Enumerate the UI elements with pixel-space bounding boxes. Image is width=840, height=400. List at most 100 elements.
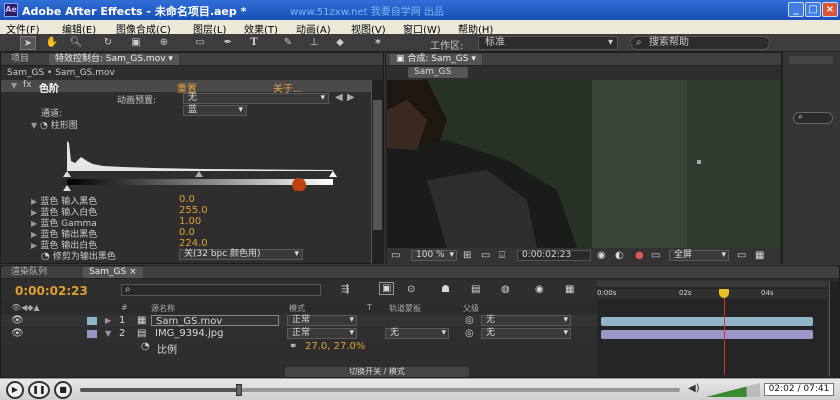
effect-scrollbar[interactable]: [371, 80, 383, 264]
color-channel-icon[interactable]: ●: [635, 250, 644, 261]
blend-mode-dropdown[interactable]: 正常 ▾: [287, 315, 357, 326]
safe-zones-icon[interactable]: ⊞: [463, 250, 471, 261]
camera-snapshot-icon[interactable]: ⌺: [499, 250, 505, 261]
param-value[interactable]: 1.00: [179, 216, 201, 227]
effect-header-row[interactable]: ▼ fx 色阶 重置 关于...: [1, 80, 371, 95]
motion-blur-icon[interactable]: ◍: [501, 284, 510, 295]
stopwatch-icon[interactable]: ◔: [141, 341, 150, 352]
param-row[interactable]: ▶ 蓝色 输入黑色 0.0: [31, 194, 371, 207]
layer-row[interactable]: 👁 ▶ 1 ▦ Sam_GS.mov 正常 ▾ ◎ 无 ▾: [1, 315, 597, 327]
type-tool-icon[interactable]: T: [246, 36, 262, 50]
timeline-timecode[interactable]: 0:00:02:23: [15, 284, 88, 298]
time-ruler[interactable]: 0:00s 02s 04s: [597, 289, 827, 299]
selection-tool-icon[interactable]: ➤: [20, 36, 36, 50]
layer-row[interactable]: 👁 ▼ 2 ▤ IMG_9394.jpg 正常 ▾ 无 ▾ ◎ 无 ▾: [1, 328, 597, 340]
triangle-collapsed-icon[interactable]: ▶: [105, 316, 111, 325]
timeline-scrollbar[interactable]: [829, 281, 839, 377]
hand-tool-icon[interactable]: ✋: [44, 36, 60, 50]
param-value[interactable]: 255.0: [179, 205, 208, 216]
grid-icon[interactable]: ▭: [481, 250, 490, 261]
prev-preset-icon[interactable]: ◀: [335, 92, 343, 103]
zoom-tool-icon[interactable]: 🔍︎: [68, 36, 84, 50]
hide-shy-layers-icon[interactable]: ☗: [441, 284, 450, 295]
stop-icon[interactable]: ■: [54, 381, 72, 399]
param-value[interactable]: 224.0: [179, 238, 208, 249]
scale-value[interactable]: 27.0, 27.0%: [305, 341, 365, 352]
clip-dropdown[interactable]: 关(32 bpc 颜色用) ▾: [179, 249, 303, 260]
graph-editor-icon[interactable]: ▦: [565, 284, 574, 295]
pen-tool-icon[interactable]: ✒: [220, 36, 236, 50]
zoom-dropdown[interactable]: 100 % ▾: [411, 250, 457, 261]
layer-name[interactable]: IMG_9394.jpg: [155, 328, 223, 339]
triangle-expanded-icon[interactable]: ▼: [11, 81, 17, 90]
layer-bar-img-9394[interactable]: [601, 330, 813, 339]
resolution-dropdown[interactable]: 全屏 ▾: [669, 250, 729, 261]
column-track-matte[interactable]: 轨道蒙板: [389, 303, 421, 314]
parent-pickwhip-icon[interactable]: ◎: [465, 328, 474, 339]
brush-tool-icon[interactable]: ✎: [280, 36, 296, 50]
minimize-icon[interactable]: _: [788, 2, 804, 17]
scale-property-row[interactable]: ◔ 比例 ⚭ 27.0, 27.0%: [1, 341, 597, 356]
progress-track[interactable]: [80, 384, 680, 396]
comp-mini-flowchart-icon[interactable]: ⇶: [341, 284, 349, 295]
show-snapshot-icon[interactable]: ◐: [615, 250, 624, 261]
param-row[interactable]: ▶ 蓝色 输出白色 224.0: [31, 238, 371, 251]
pan-behind-tool-icon[interactable]: ⊕: [156, 36, 172, 50]
camera-tool-icon[interactable]: ▣: [128, 36, 144, 50]
eye-icon[interactable]: 👁: [11, 315, 24, 326]
close-icon[interactable]: ×: [822, 2, 838, 17]
param-value[interactable]: 0.0: [179, 227, 195, 238]
tab-render-queue[interactable]: 渲染队列: [5, 267, 53, 278]
workspace-dropdown[interactable]: 标准 ▾: [478, 36, 618, 50]
close-icon[interactable]: ▾: [168, 54, 173, 64]
progress-handle[interactable]: [236, 384, 242, 396]
layer-color-label[interactable]: [87, 330, 97, 338]
histogram[interactable]: [63, 131, 339, 191]
fx-icon[interactable]: fx: [23, 80, 32, 90]
current-time-indicator[interactable]: [724, 289, 725, 375]
param-value[interactable]: 0.0: [179, 194, 195, 205]
search-help-input[interactable]: ⌕ 搜索帮助: [630, 36, 770, 50]
info-panel-tab[interactable]: [789, 56, 833, 64]
rotate-tool-icon[interactable]: ↻: [100, 36, 116, 50]
gamma-slider[interactable]: [195, 171, 203, 177]
parent-dropdown[interactable]: 无 ▾: [481, 315, 571, 326]
scrollbar-thumb[interactable]: [373, 100, 382, 230]
frame-blending-icon[interactable]: ▤: [471, 284, 480, 295]
toggle-switches-modes-button[interactable]: 切换开关 / 模式: [285, 367, 469, 377]
blend-mode-dropdown[interactable]: 正常 ▾: [287, 328, 357, 339]
draft-3d-icon[interactable]: ⊙: [407, 284, 415, 295]
eye-icon[interactable]: 👁: [11, 328, 24, 339]
comp-subtab[interactable]: Sam_GS: [408, 67, 468, 78]
triangle-expanded-icon[interactable]: ▼: [105, 329, 111, 338]
comp-timecode[interactable]: 0:00:02:23: [517, 250, 591, 261]
transparency-grid-icon[interactable]: ▦: [755, 250, 764, 261]
eraser-tool-icon[interactable]: ◆: [332, 36, 348, 50]
param-row[interactable]: ▶ 蓝色 输入白色 255.0: [31, 205, 371, 218]
param-row[interactable]: ◔ 修剪为输出黑色 关(32 bpc 颜色用) ▾: [31, 249, 371, 262]
snapshot-icon[interactable]: ◉: [597, 250, 606, 261]
triangle-expanded-icon[interactable]: ▼: [31, 121, 37, 130]
tab-timeline-sam-gs[interactable]: Sam_GS ×: [83, 267, 143, 278]
layer-name[interactable]: Sam_GS.mov: [151, 315, 279, 327]
time-graph[interactable]: 0:00s 02s 04s: [597, 281, 827, 377]
tab-effect-controls[interactable]: 特效控制台: Sam_GS.mov ▾: [49, 54, 179, 65]
output-black-slider[interactable]: [63, 185, 71, 191]
parent-dropdown[interactable]: 无 ▾: [481, 328, 571, 339]
clone-tool-icon[interactable]: ⊥: [306, 36, 322, 50]
pause-icon[interactable]: ❚❚: [28, 381, 50, 399]
volume-icon[interactable]: ◀): [688, 383, 700, 394]
fast-previews-icon[interactable]: ▭: [737, 250, 746, 261]
column-parent[interactable]: 父级: [463, 303, 479, 314]
input-black-slider[interactable]: [63, 171, 71, 177]
region-of-interest-icon[interactable]: ▭: [651, 250, 660, 261]
always-preview-icon[interactable]: ▭: [391, 250, 400, 261]
puppet-tool-icon[interactable]: ✶: [370, 36, 386, 50]
next-preset-icon[interactable]: ▶: [347, 92, 355, 103]
stopwatch-icon[interactable]: ◔: [40, 121, 48, 131]
tab-composition[interactable]: ▣ 合成: Sam_GS ▾: [390, 54, 482, 65]
volume-slider[interactable]: [706, 383, 760, 397]
animation-preset-dropdown[interactable]: 无 ▾: [183, 93, 329, 104]
rectangle-tool-icon[interactable]: ▭: [192, 36, 208, 50]
work-area-bar[interactable]: [597, 281, 827, 287]
